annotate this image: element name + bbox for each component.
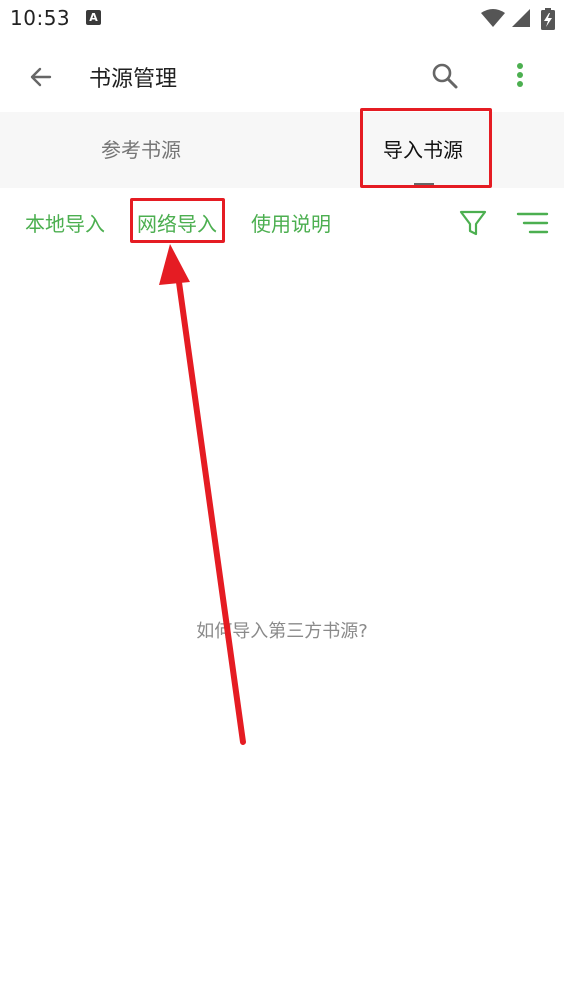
annotation-highlight-network-import: [130, 198, 225, 243]
instructions-button[interactable]: 使用说明: [251, 208, 331, 237]
import-help-link[interactable]: 如何导入第三方书源?: [0, 617, 564, 643]
battery-charging-icon: [541, 8, 555, 30]
notification-a-icon: A: [86, 10, 101, 25]
signal-icon: [512, 9, 530, 27]
local-import-button[interactable]: 本地导入: [25, 208, 105, 237]
status-time: 10:53: [10, 6, 71, 30]
page-title: 书源管理: [89, 67, 178, 92]
wifi-icon: [481, 9, 505, 27]
status-bar: 10:53 A: [0, 0, 564, 40]
action-row: 本地导入 网络导入 使用说明: [0, 196, 564, 250]
search-icon[interactable]: [427, 58, 463, 94]
more-vert-icon[interactable]: [505, 58, 535, 94]
annotation-highlight-tab: [360, 108, 492, 188]
filter-icon[interactable]: [456, 206, 490, 240]
app-bar: 书源管理: [0, 40, 564, 112]
sort-icon[interactable]: [514, 208, 550, 238]
back-arrow-icon[interactable]: [24, 60, 58, 94]
tab-reference-sources[interactable]: 参考书源: [0, 112, 282, 188]
